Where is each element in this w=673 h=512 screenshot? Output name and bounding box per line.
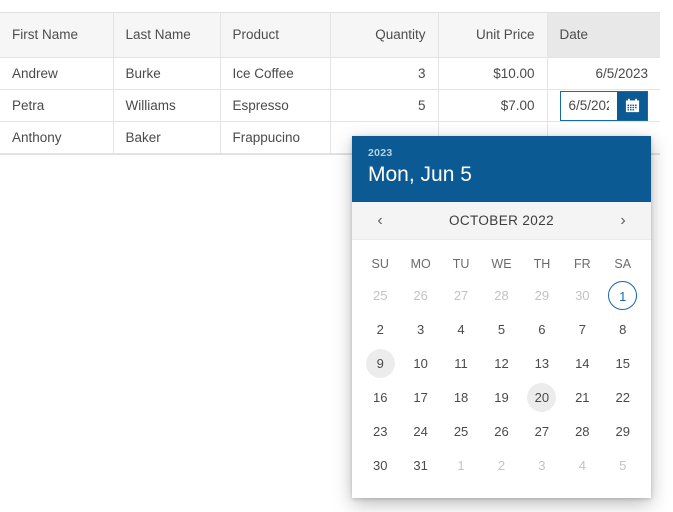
cell-product[interactable]: Frappucino (220, 121, 331, 154)
grid-table: First Name Last Name Product Quantity Un… (0, 13, 660, 154)
date-editor[interactable] (559, 90, 648, 120)
cell-date[interactable]: 6/5/2023 (547, 57, 660, 90)
grid-header-row: First Name Last Name Product Quantity Un… (0, 13, 660, 58)
calendar-grid: SU MO TU WE TH FR SA 25 26 27 28 29 30 1… (360, 250, 643, 482)
calendar-day[interactable]: 14 (568, 349, 597, 378)
data-grid: First Name Last Name Product Quantity Un… (0, 12, 660, 155)
cell-last-name[interactable]: Baker (113, 121, 221, 154)
weekday-tu: TU (452, 257, 470, 271)
calendar-day[interactable]: 25 (366, 281, 395, 310)
column-header-first-name[interactable]: First Name (0, 13, 114, 58)
calendar-toggle-button[interactable] (617, 91, 647, 120)
calendar-day[interactable]: 5 (608, 451, 637, 480)
cell-unit-price[interactable]: $10.00 (438, 57, 548, 90)
calendar-week-row: 25 26 27 28 29 30 1 (360, 278, 643, 312)
calendar-week-row: 2 3 4 5 6 7 8 (360, 312, 643, 346)
chevron-right-icon[interactable]: › (613, 212, 633, 229)
date-picker-popup[interactable]: 2023 Mon, Jun 5 ‹ OCTOBER 2022 › SU MO T… (352, 136, 651, 498)
calendar-day[interactable]: 28 (487, 281, 516, 310)
calendar-day[interactable]: 22 (608, 383, 637, 412)
calendar-day[interactable]: 7 (568, 315, 597, 344)
calendar-day-highlighted[interactable]: 20 (527, 382, 557, 412)
calendar-day[interactable]: 2 (366, 315, 395, 344)
calendar-day-highlighted[interactable]: 9 (365, 348, 395, 378)
calendar-day[interactable]: 17 (406, 383, 435, 412)
calendar-day[interactable]: 24 (406, 417, 435, 446)
chevron-left-icon[interactable]: ‹ (370, 212, 390, 229)
column-header-quantity[interactable]: Quantity (330, 13, 439, 58)
calendar-day[interactable]: 3 (406, 315, 435, 344)
calendar-day[interactable]: 26 (406, 281, 435, 310)
cell-product[interactable]: Ice Coffee (220, 57, 331, 90)
calendar-day[interactable]: 27 (447, 281, 476, 310)
selected-year[interactable]: 2023 (368, 146, 635, 160)
current-month-label[interactable]: OCTOBER 2022 (390, 213, 613, 228)
calendar-day[interactable]: 3 (527, 451, 556, 480)
cell-quantity[interactable]: 5 (330, 89, 439, 122)
calendar-day[interactable]: 11 (447, 349, 476, 378)
calendar-day[interactable]: 2 (487, 451, 516, 480)
calendar-day[interactable]: 19 (487, 383, 516, 412)
calendar-day[interactable]: 28 (568, 417, 597, 446)
cell-unit-price[interactable]: $7.00 (438, 89, 548, 122)
calendar-day[interactable]: 15 (608, 349, 637, 378)
cell-quantity[interactable]: 3 (330, 57, 439, 90)
calendar-day[interactable]: 4 (568, 451, 597, 480)
month-navigation: ‹ OCTOBER 2022 › (352, 202, 651, 240)
table-row[interactable]: Petra Williams Espresso 5 $7.00 (0, 89, 660, 122)
calendar-day[interactable]: 26 (487, 417, 516, 446)
calendar-week-row: 16 17 18 19 20 21 22 (360, 380, 643, 414)
weekday-we: WE (491, 257, 512, 271)
cell-first-name[interactable]: Petra (0, 89, 114, 122)
date-input[interactable] (560, 91, 617, 120)
calendar-day[interactable]: 13 (527, 349, 556, 378)
calendar-body: SU MO TU WE TH FR SA 25 26 27 28 29 30 1… (352, 240, 651, 498)
column-header-product[interactable]: Product (220, 13, 331, 58)
calendar-day[interactable]: 29 (527, 281, 556, 310)
weekday-header-row: SU MO TU WE TH FR SA (360, 250, 643, 278)
calendar-day[interactable]: 12 (487, 349, 516, 378)
column-header-unit-price[interactable]: Unit Price (438, 13, 548, 58)
column-header-last-name[interactable]: Last Name (113, 13, 221, 58)
calendar-day[interactable]: 18 (447, 383, 476, 412)
weekday-th: TH (533, 257, 551, 271)
cell-last-name[interactable]: Williams (113, 89, 221, 122)
calendar-day[interactable]: 10 (406, 349, 435, 378)
calendar-day[interactable]: 23 (366, 417, 395, 446)
weekday-sa: SA (614, 257, 632, 271)
weekday-mo: MO (410, 257, 431, 271)
calendar-day[interactable]: 16 (366, 383, 395, 412)
calendar-day[interactable]: 8 (608, 315, 637, 344)
calendar-day[interactable]: 4 (447, 315, 476, 344)
calendar-week-row: 30 31 1 2 3 4 5 (360, 448, 643, 482)
calendar-day[interactable]: 25 (447, 417, 476, 446)
cell-product[interactable]: Espresso (220, 89, 331, 122)
calendar-day[interactable]: 21 (568, 383, 597, 412)
calendar-day-today[interactable]: 1 (608, 280, 638, 310)
calendar-week-row: 23 24 25 26 27 28 29 (360, 414, 643, 448)
cell-first-name[interactable]: Andrew (0, 57, 114, 90)
calendar-day[interactable]: 6 (527, 315, 556, 344)
weekday-fr: FR (573, 257, 591, 271)
calendar-icon (625, 98, 640, 113)
calendar-day[interactable]: 5 (487, 315, 516, 344)
calendar-day[interactable]: 27 (527, 417, 556, 446)
calendar-day[interactable]: 31 (406, 451, 435, 480)
calendar-week-row: 9 10 11 12 13 14 15 (360, 346, 643, 380)
cell-first-name[interactable]: Anthony (0, 121, 114, 154)
column-header-date[interactable]: Date (547, 13, 660, 58)
calendar-day[interactable]: 30 (366, 451, 395, 480)
table-row[interactable]: Andrew Burke Ice Coffee 3 $10.00 6/5/202… (0, 57, 660, 90)
calendar-day[interactable]: 30 (568, 281, 597, 310)
cell-last-name[interactable]: Burke (113, 57, 221, 90)
selected-date-label[interactable]: Mon, Jun 5 (368, 161, 635, 188)
weekday-su: SU (371, 257, 389, 271)
cell-date-editing[interactable] (547, 89, 660, 122)
date-picker-header: 2023 Mon, Jun 5 (352, 136, 651, 202)
calendar-day[interactable]: 1 (447, 451, 476, 480)
calendar-day[interactable]: 29 (608, 417, 637, 446)
